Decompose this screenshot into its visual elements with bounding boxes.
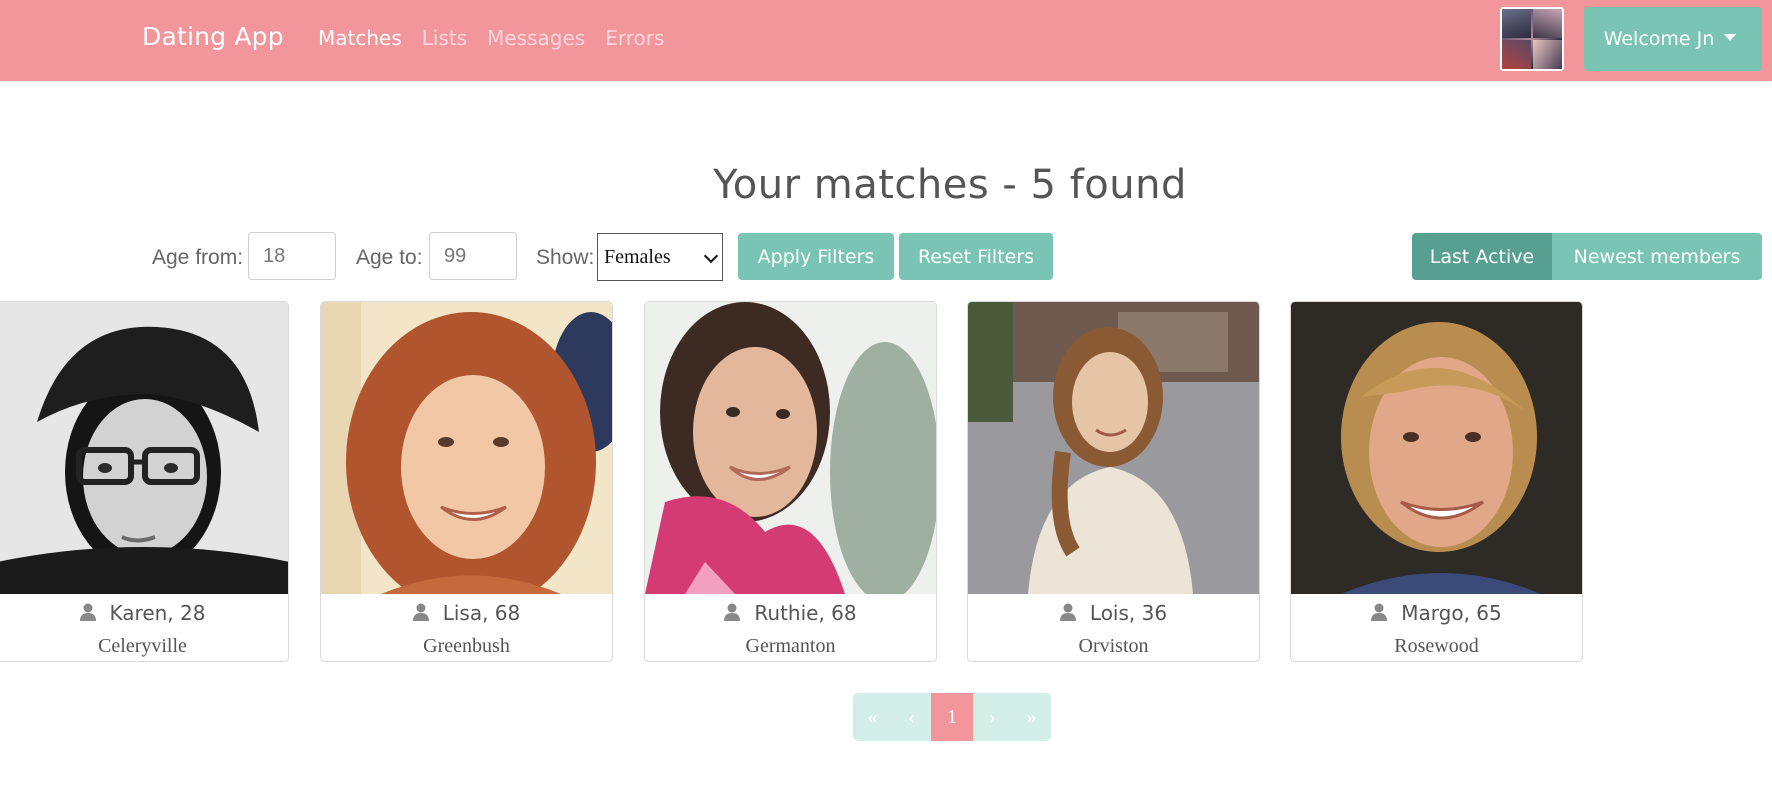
age-to-label: Age to: bbox=[356, 246, 423, 269]
member-photo[interactable] bbox=[321, 302, 612, 594]
member-card[interactable]: Lisa, 68 Greenbush bbox=[320, 301, 613, 662]
member-city: Orviston bbox=[1078, 635, 1149, 657]
age-from-input[interactable]: 18 bbox=[248, 232, 336, 280]
member-card[interactable]: Karen, 28 Celeryville bbox=[0, 301, 289, 662]
member-name-row: Karen, 28 bbox=[0, 598, 288, 628]
member-photo[interactable] bbox=[968, 302, 1259, 594]
apply-filters-button[interactable]: Apply Filters bbox=[738, 233, 894, 280]
reset-filters-button[interactable]: Reset Filters bbox=[899, 233, 1053, 280]
nav-link-lists[interactable]: Lists bbox=[422, 26, 467, 50]
member-name-row: Lisa, 68 bbox=[321, 598, 612, 628]
navbar: Dating App Matches Lists Messages Errors… bbox=[0, 0, 1772, 81]
user-icon bbox=[79, 603, 96, 621]
nav-link-messages[interactable]: Messages bbox=[487, 26, 585, 50]
pagination-last-button[interactable]: » bbox=[1012, 693, 1051, 741]
member-name-row: Margo, 65 bbox=[1291, 598, 1582, 628]
member-card[interactable]: Ruthie, 68 Germanton bbox=[644, 301, 937, 662]
sort-button-group: Last Active Newest members bbox=[1412, 233, 1762, 280]
pagination-next-button[interactable]: › bbox=[973, 693, 1012, 741]
member-photo[interactable] bbox=[0, 302, 288, 594]
member-city: Greenbush bbox=[423, 635, 510, 657]
chevron-down-icon bbox=[703, 248, 719, 264]
welcome-label: Welcome Jn bbox=[1603, 28, 1715, 50]
nav-link-matches[interactable]: Matches bbox=[318, 26, 402, 50]
member-photo[interactable] bbox=[645, 302, 936, 594]
sort-last-active-button[interactable]: Last Active bbox=[1412, 233, 1552, 280]
user-avatar bbox=[1500, 7, 1564, 71]
user-icon bbox=[1059, 603, 1076, 621]
member-name-age: Lisa, 68 bbox=[442, 601, 521, 625]
pagination-page-1[interactable]: 1 bbox=[931, 693, 973, 741]
gender-select-value: Females bbox=[604, 246, 671, 268]
user-icon bbox=[1371, 603, 1388, 621]
member-name-age: Ruthie, 68 bbox=[754, 601, 857, 625]
pagination-first-button[interactable]: « bbox=[853, 693, 892, 741]
gender-select[interactable]: Females bbox=[597, 233, 723, 281]
age-from-label: Age from: bbox=[152, 246, 244, 269]
member-city: Rosewood bbox=[1394, 635, 1479, 657]
pagination-prev-button[interactable]: ‹ bbox=[892, 693, 931, 741]
member-card[interactable]: Lois, 36 Orviston bbox=[967, 301, 1260, 662]
brand-link[interactable]: Dating App bbox=[142, 22, 284, 51]
member-city: Germanton bbox=[745, 635, 836, 657]
nav-link-errors[interactable]: Errors bbox=[605, 26, 664, 50]
caret-down-icon bbox=[1724, 33, 1737, 41]
member-name-age: Karen, 28 bbox=[109, 601, 206, 625]
show-label: Show: bbox=[536, 246, 595, 269]
page-title: Your matches - 5 found bbox=[713, 162, 1187, 208]
age-to-input[interactable]: 99 bbox=[429, 232, 517, 280]
member-name-age: Lois, 36 bbox=[1089, 601, 1168, 625]
user-icon bbox=[724, 603, 741, 621]
sort-newest-members-button[interactable]: Newest members bbox=[1552, 233, 1762, 280]
pagination: « ‹ 1 › » bbox=[853, 693, 1051, 741]
member-photo[interactable] bbox=[1291, 302, 1582, 594]
member-name-row: Lois, 36 bbox=[968, 598, 1259, 628]
member-name-row: Ruthie, 68 bbox=[645, 598, 936, 628]
member-card[interactable]: Margo, 65 Rosewood bbox=[1290, 301, 1583, 662]
member-name-age: Margo, 65 bbox=[1401, 601, 1502, 625]
user-menu-dropdown[interactable]: Welcome Jn bbox=[1584, 7, 1762, 71]
member-city: Celeryville bbox=[98, 635, 187, 657]
user-icon bbox=[412, 603, 429, 621]
nav-links: Matches Lists Messages Errors bbox=[318, 26, 684, 50]
